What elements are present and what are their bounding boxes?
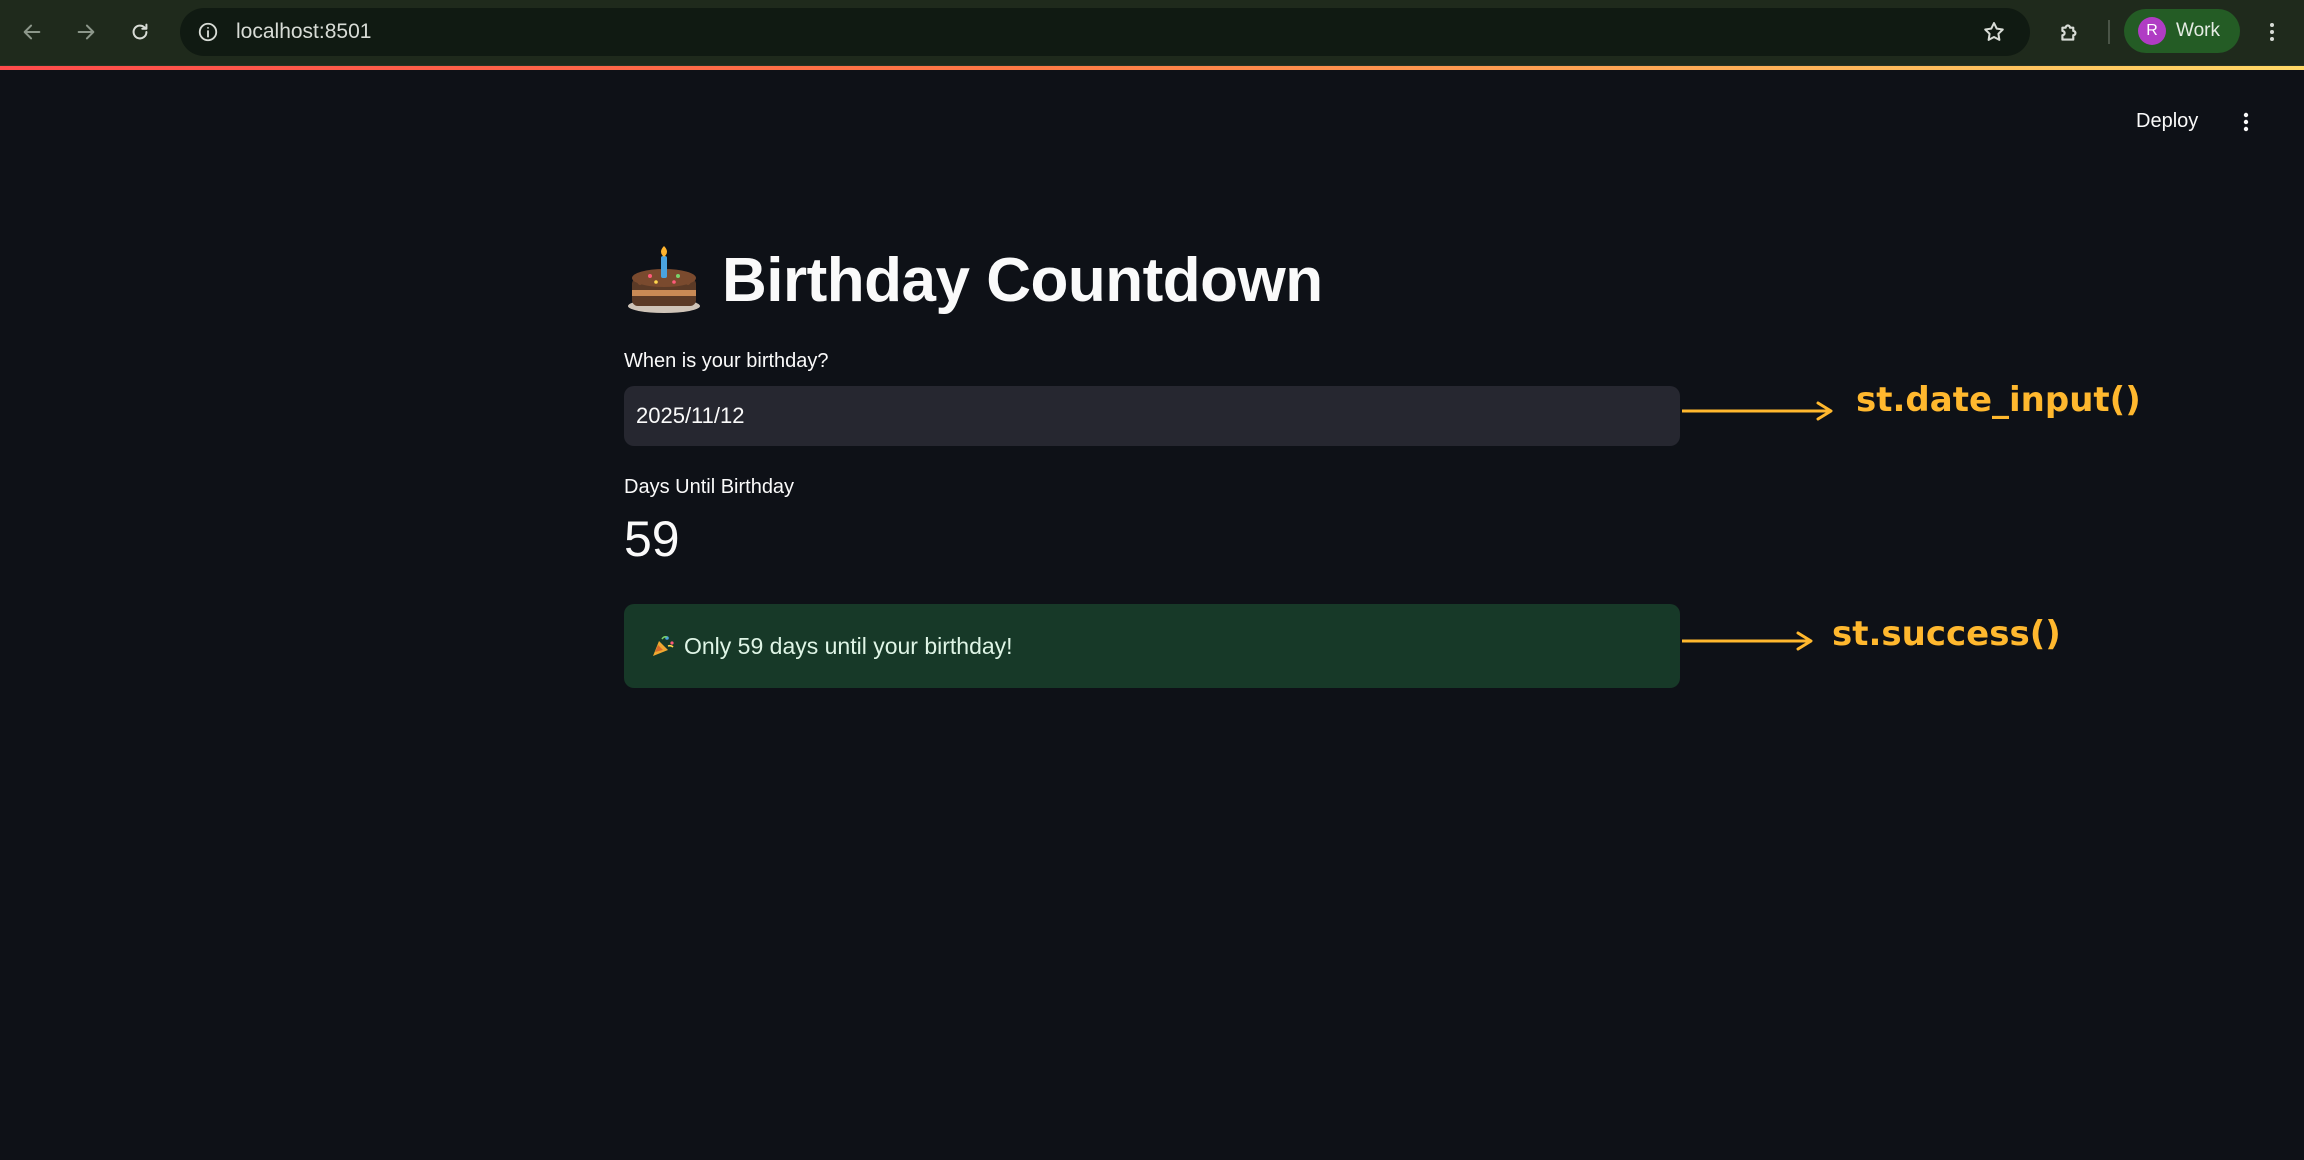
address-bar[interactable]: localhost:8501 <box>180 8 2030 56</box>
forward-arrow-icon[interactable] <box>68 14 104 50</box>
toolbar-divider <box>2108 20 2110 44</box>
browser-toolbar: localhost:8501 R Work <box>0 0 2304 66</box>
back-arrow-icon[interactable] <box>14 14 50 50</box>
page-title: Birthday Countdown <box>624 240 1323 320</box>
profile-name: Work <box>2176 20 2220 41</box>
profile-button[interactable]: R Work <box>2124 9 2240 53</box>
date-input-label: When is your birthday? <box>624 350 829 372</box>
date-input-annotation: st.date_input() <box>1856 380 2141 420</box>
birthday-cake-icon <box>628 246 700 313</box>
metric-label: Days Until Birthday <box>624 476 795 498</box>
date-input-value[interactable]: 2025/11/12 <box>636 403 744 429</box>
metric-value: 59 <box>624 511 680 567</box>
birthday-date-input[interactable]: 2025/11/12 <box>624 386 1680 446</box>
extensions-puzzle-icon[interactable] <box>2054 16 2086 48</box>
bookmark-star-icon[interactable] <box>1980 18 2008 46</box>
party-popper-icon <box>653 635 674 656</box>
reload-icon[interactable] <box>122 14 158 50</box>
url-text[interactable]: localhost:8501 <box>236 20 371 44</box>
browser-menu-icon[interactable] <box>2254 14 2290 50</box>
success-message: Only 59 days until your birthday! <box>684 632 1013 659</box>
site-info-icon[interactable] <box>194 18 222 46</box>
date-input-annotation-arrow <box>1682 401 1833 421</box>
page-title-text: Birthday Countdown <box>722 245 1323 315</box>
deploy-button[interactable]: Deploy <box>2128 106 2206 138</box>
app-menu-icon[interactable] <box>2230 106 2262 138</box>
app-top-decoration <box>0 66 2304 70</box>
success-alert: Only 59 days until your birthday! <box>624 604 1680 688</box>
success-annotation: st.success() <box>1832 614 2061 654</box>
avatar: R <box>2138 17 2166 45</box>
success-annotation-arrow <box>1682 631 1813 651</box>
